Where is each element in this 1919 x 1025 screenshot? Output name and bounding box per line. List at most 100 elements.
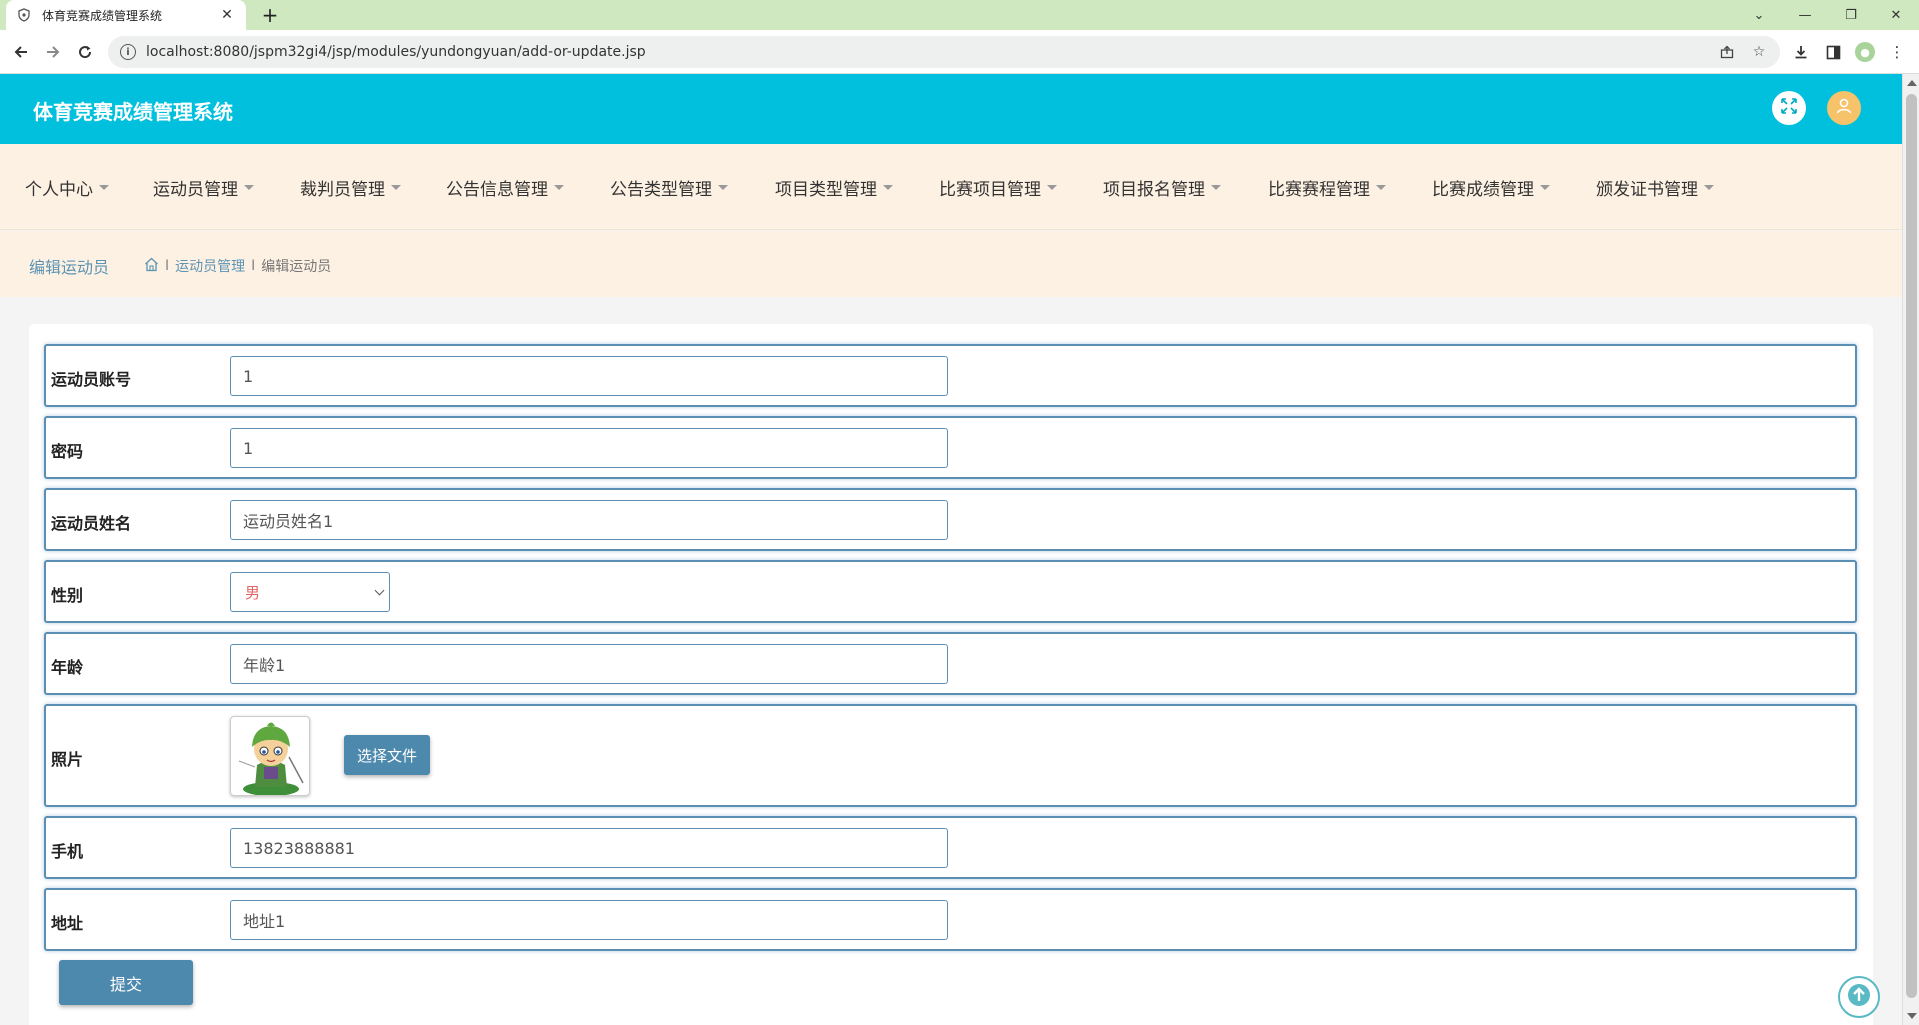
- url-text: localhost:8080/jspm32gi4/jsp/modules/yun…: [146, 44, 646, 60]
- menu-label: 公告信息管理: [446, 180, 548, 200]
- menu-notice-info-management[interactable]: 公告信息管理: [446, 175, 564, 200]
- menu-competition-event-management[interactable]: 比赛项目管理: [939, 175, 1057, 200]
- age-input[interactable]: [230, 644, 948, 684]
- gender-selected-value: 男: [245, 583, 261, 602]
- user-avatar-icon: [1835, 97, 1853, 119]
- reload-icon[interactable]: [72, 39, 98, 65]
- password-label: 密码: [51, 442, 84, 461]
- new-tab-icon[interactable]: +: [258, 3, 282, 27]
- choose-file-button[interactable]: 选择文件: [344, 735, 430, 775]
- scroll-up-icon[interactable]: [1907, 80, 1917, 86]
- caret-down-icon: [1047, 185, 1057, 190]
- browser-tabstrip: 体育竞赛成绩管理系统 ✕ + ⌄ — ❐ ✕: [0, 0, 1919, 30]
- menu-label: 比赛赛程管理: [1268, 180, 1370, 200]
- browser-tab[interactable]: 体育竞赛成绩管理系统 ✕: [6, 0, 246, 30]
- cartoon-avatar-image: [238, 722, 304, 795]
- breadcrumb-section-link[interactable]: 运动员管理: [175, 256, 245, 276]
- profile-icon[interactable]: ●: [1852, 39, 1878, 65]
- address-input[interactable]: [230, 900, 948, 940]
- breadcrumb-current: 编辑运动员: [261, 259, 332, 275]
- form-row-address: 地址: [44, 888, 1857, 951]
- caret-down-icon: [1704, 185, 1714, 190]
- user-avatar-button[interactable]: [1827, 91, 1861, 125]
- name-label: 运动员姓名: [51, 514, 132, 533]
- site-info-icon[interactable]: i: [120, 44, 136, 60]
- window-close-icon[interactable]: ✕: [1873, 0, 1919, 30]
- account-label: 运动员账号: [51, 370, 132, 389]
- gender-label: 性别: [51, 586, 84, 605]
- menu-certificate-management[interactable]: 颁发证书管理: [1596, 175, 1714, 200]
- caret-down-icon: [1211, 185, 1221, 190]
- account-input[interactable]: [230, 356, 948, 396]
- menu-label: 个人中心: [25, 180, 93, 200]
- gender-select[interactable]: 男: [230, 572, 390, 612]
- restore-icon[interactable]: ❐: [1828, 0, 1874, 30]
- app-header: 体育竞赛成绩管理系统: [0, 74, 1902, 144]
- menu-label: 裁判员管理: [300, 180, 385, 200]
- menu-notice-type-management[interactable]: 公告类型管理: [610, 175, 728, 200]
- expand-arrows-icon: [1780, 97, 1798, 119]
- menu-athlete-management[interactable]: 运动员管理: [153, 175, 254, 200]
- browser-tab-title: 体育竞赛成绩管理系统: [42, 8, 163, 23]
- password-input[interactable]: [230, 428, 948, 468]
- home-icon[interactable]: [144, 257, 159, 276]
- age-label: 年龄: [51, 658, 84, 677]
- side-panel-icon[interactable]: [1820, 39, 1846, 65]
- form-row-gender: 性别 男: [44, 560, 1857, 623]
- caret-down-icon: [554, 185, 564, 190]
- share-icon[interactable]: [1716, 41, 1738, 63]
- caret-down-icon: [1540, 185, 1550, 190]
- main-menu: 个人中心 运动员管理 裁判员管理 公告信息管理 公告类型管理 项目类型管理 比赛…: [0, 144, 1902, 230]
- form-row-password: 密码: [44, 416, 1857, 479]
- menu-label: 颁发证书管理: [1596, 180, 1698, 200]
- breadcrumb: I 运动员管理 I 编辑运动员: [144, 256, 331, 276]
- fullscreen-button[interactable]: [1772, 91, 1806, 125]
- phone-input[interactable]: [230, 828, 948, 868]
- caret-down-icon: [718, 185, 728, 190]
- page-scrollbar[interactable]: [1902, 74, 1919, 1025]
- breadcrumb-separator: I: [165, 258, 170, 274]
- menu-registration-management[interactable]: 项目报名管理: [1103, 175, 1221, 200]
- minimize-icon[interactable]: —: [1782, 0, 1828, 30]
- chevron-down-icon: [374, 585, 385, 596]
- menu-schedule-management[interactable]: 比赛赛程管理: [1268, 175, 1386, 200]
- tab-search-icon[interactable]: ⌄: [1736, 0, 1782, 30]
- photo-preview[interactable]: [230, 716, 310, 796]
- shield-favicon-icon: [16, 7, 32, 23]
- scroll-down-icon[interactable]: [1907, 1013, 1917, 1019]
- address-label: 地址: [51, 914, 84, 933]
- menu-score-management[interactable]: 比赛成绩管理: [1432, 175, 1550, 200]
- browser-toolbar: i localhost:8080/jspm32gi4/jsp/modules/y…: [0, 30, 1919, 74]
- menu-label: 项目报名管理: [1103, 180, 1205, 200]
- caret-down-icon: [99, 185, 109, 190]
- menu-label: 比赛成绩管理: [1432, 180, 1534, 200]
- form-row-name: 运动员姓名: [44, 488, 1857, 551]
- forward-icon[interactable]: [40, 39, 66, 65]
- caret-down-icon: [883, 185, 893, 190]
- form-row-age: 年龄: [44, 632, 1857, 695]
- bookmark-star-icon[interactable]: ☆: [1748, 41, 1770, 63]
- tab-close-icon[interactable]: ✕: [218, 7, 236, 23]
- browser-menu-icon[interactable]: ⋮: [1884, 39, 1910, 65]
- form-row-phone: 手机: [44, 816, 1857, 879]
- menu-label: 项目类型管理: [775, 180, 877, 200]
- back-to-top-button[interactable]: [1838, 976, 1880, 1018]
- name-input[interactable]: [230, 500, 948, 540]
- menu-referee-management[interactable]: 裁判员管理: [300, 175, 401, 200]
- menu-personal-center[interactable]: 个人中心: [25, 175, 109, 200]
- address-bar[interactable]: i localhost:8080/jspm32gi4/jsp/modules/y…: [108, 36, 1780, 68]
- caret-down-icon: [244, 185, 254, 190]
- menu-event-type-management[interactable]: 项目类型管理: [775, 175, 893, 200]
- photo-label: 照片: [51, 750, 84, 769]
- page-title: 编辑运动员: [29, 258, 110, 277]
- caret-down-icon: [1376, 185, 1386, 190]
- back-icon[interactable]: [8, 39, 34, 65]
- scrollbar-thumb[interactable]: [1906, 94, 1917, 998]
- breadcrumb-bar: 编辑运动员 I 运动员管理 I 编辑运动员: [0, 231, 1902, 297]
- menu-label: 公告类型管理: [610, 180, 712, 200]
- menu-label: 运动员管理: [153, 180, 238, 200]
- form-row-account: 运动员账号: [44, 344, 1857, 407]
- download-icon[interactable]: [1788, 39, 1814, 65]
- submit-button[interactable]: 提交: [59, 960, 193, 1005]
- arrow-up-circle-icon: [1846, 982, 1872, 1012]
